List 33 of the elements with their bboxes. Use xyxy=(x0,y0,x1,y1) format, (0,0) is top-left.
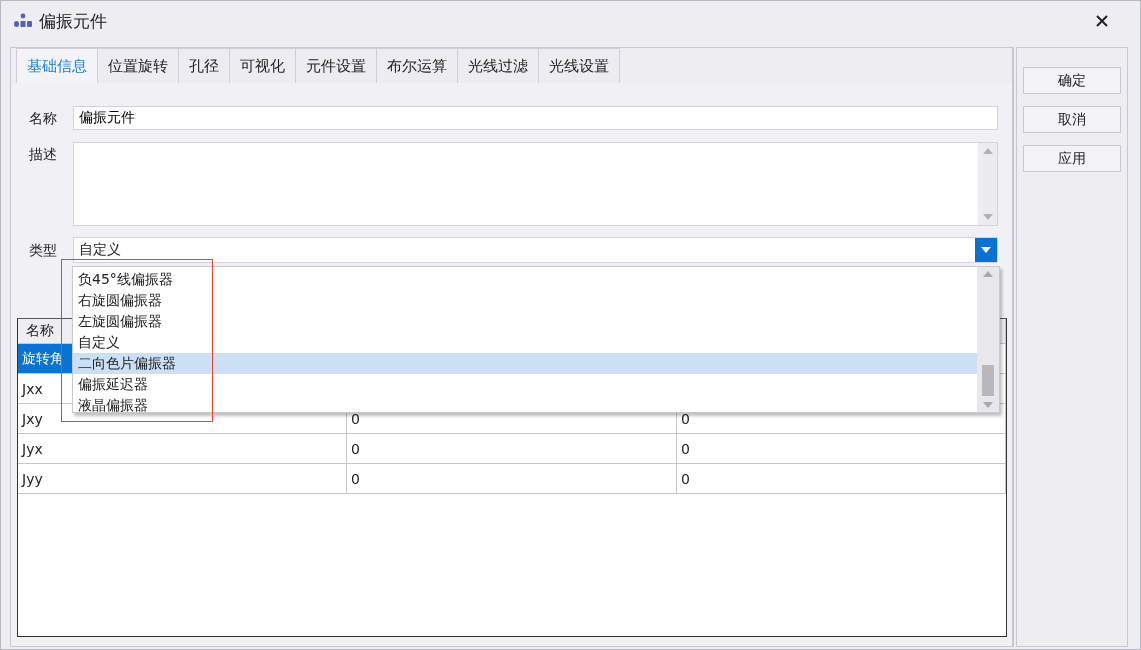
table-cell: Jyx xyxy=(18,434,347,464)
table-cell: 0 xyxy=(677,434,1006,464)
tab[interactable]: 光线设置 xyxy=(538,48,620,83)
table-cell: Jyy xyxy=(18,464,347,494)
dialog-button[interactable]: 应用 xyxy=(1023,145,1121,172)
name-field[interactable]: 偏振元件 xyxy=(73,106,998,130)
field-label: 名称 xyxy=(28,109,58,128)
close-icon[interactable] xyxy=(1096,15,1108,27)
dropdown-option[interactable]: 二向色片偏振器 xyxy=(73,353,977,374)
tab[interactable]: 基础信息 xyxy=(16,48,98,83)
dropdown-option[interactable]: 右旋圆偏振器 xyxy=(73,290,977,311)
window-title: 偏振元件 xyxy=(39,9,108,33)
scrollbar[interactable] xyxy=(978,143,997,225)
dropdown-option[interactable]: 偏振延迟器 xyxy=(73,374,977,395)
table-cell: 0 xyxy=(347,464,677,494)
dropdown-arrow-icon xyxy=(981,247,991,253)
scroll-up-icon xyxy=(982,148,993,154)
app-logo-icon xyxy=(13,13,33,29)
table-cell: 0 xyxy=(347,434,677,464)
scroll-down-icon xyxy=(982,214,993,220)
dropdown-option[interactable]: 负45°线偏振器 xyxy=(73,269,977,290)
dropdown-option[interactable]: 左旋圆偏振器 xyxy=(73,311,977,332)
scroll-down-icon xyxy=(983,402,993,408)
dialog-button[interactable]: 取消 xyxy=(1023,106,1121,133)
scroll-thumb[interactable] xyxy=(982,365,994,396)
dialog-button[interactable]: 确定 xyxy=(1023,67,1121,94)
scrollbar[interactable] xyxy=(977,267,999,412)
table-cell: 0 xyxy=(677,464,1006,494)
type-dropdown[interactable]: 自定义 xyxy=(73,237,998,263)
description-field[interactable] xyxy=(73,142,998,226)
scroll-up-icon xyxy=(983,271,993,277)
field-label: 描述 xyxy=(28,145,58,164)
field-label: 类型 xyxy=(28,241,58,260)
